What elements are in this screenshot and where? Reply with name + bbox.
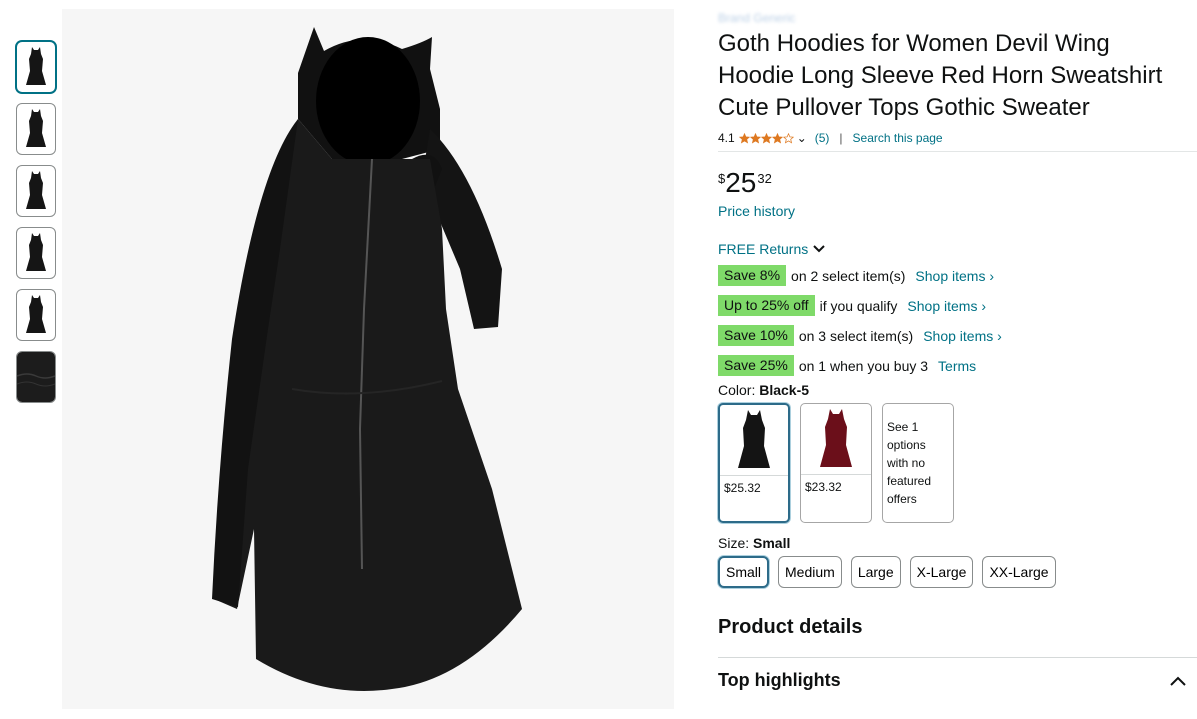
terms-link[interactable]: Terms xyxy=(938,358,976,374)
price-symbol: $ xyxy=(718,171,726,186)
price-fraction: 32 xyxy=(757,171,772,186)
promo-text: if you qualify xyxy=(819,297,898,314)
size-label: Size: Small xyxy=(718,535,1197,551)
chevron-down-icon xyxy=(813,245,825,253)
promo-text: on 3 select item(s) xyxy=(798,327,914,344)
hoodie-thumbnail-icon xyxy=(26,109,46,147)
thumbnail-6[interactable] xyxy=(16,351,56,403)
size-options: Small Medium Large X-Large XX-Large xyxy=(718,556,1197,588)
color-swatches: $25.32 $23.32 See 1 options with no feat… xyxy=(718,403,1197,523)
thumbnail-3[interactable] xyxy=(16,165,56,217)
color-option-red[interactable]: $23.32 xyxy=(800,403,872,523)
swatch-price: $23.32 xyxy=(805,480,842,494)
fabric-detail-thumbnail-icon xyxy=(17,352,55,402)
main-product-image[interactable] xyxy=(62,9,674,709)
chevron-up-icon xyxy=(1170,676,1186,686)
free-returns-dropdown[interactable]: FREE Returns xyxy=(718,241,1197,257)
hoodie-thumbnail-icon xyxy=(26,171,46,209)
product-info-panel: Brand Generic Goth Hoodies for Women Dev… xyxy=(718,8,1197,691)
chevron-down-icon[interactable]: ⌄ xyxy=(797,131,807,145)
size-option-xx-large[interactable]: XX-Large xyxy=(982,556,1056,588)
review-count-link[interactable]: (5) xyxy=(815,131,830,145)
size-option-medium[interactable]: Medium xyxy=(778,556,842,588)
free-returns-label: FREE Returns xyxy=(718,241,809,257)
hoodie-swatch-icon xyxy=(820,409,852,467)
product-title: Goth Hoodies for Women Devil Wing Hoodie… xyxy=(718,30,1163,121)
hoodie-thumbnail-icon xyxy=(26,295,46,333)
promo-badge: Save 25% xyxy=(718,355,794,376)
promo-text: on 1 when you buy 3 xyxy=(798,357,929,374)
color-option-more[interactable]: See 1 options with no featured offers xyxy=(882,403,954,523)
hoodie-dress-image xyxy=(212,27,522,691)
promo-row: Save 8% on 2 select item(s) Shop items › xyxy=(718,265,1197,286)
shop-items-link[interactable]: Shop items › xyxy=(907,298,986,314)
thumbnail-2[interactable] xyxy=(16,103,56,155)
rating-row: 4.1 ⌄ (5) | Search this page xyxy=(718,128,1197,152)
price: $ 25 32 xyxy=(718,168,1197,202)
promo-row: Up to 25% off if you qualify Shop items … xyxy=(718,295,1197,316)
hoodie-swatch-icon xyxy=(738,410,770,468)
color-label: Color: Black-5 xyxy=(718,382,1197,398)
promo-text: on 2 select item(s) xyxy=(791,267,906,284)
hoodie-thumbnail-icon xyxy=(26,47,46,85)
top-highlights-toggle[interactable]: Top highlights xyxy=(718,670,1186,691)
price-history-link[interactable]: Price history xyxy=(718,203,795,219)
star-icon xyxy=(760,132,772,143)
price-whole: 25 xyxy=(725,167,757,198)
brand-link[interactable]: Brand Generic xyxy=(718,8,1197,28)
thumbnail-5[interactable] xyxy=(16,289,56,341)
size-option-large[interactable]: Large xyxy=(850,556,901,588)
thumbnail-1[interactable] xyxy=(16,41,56,93)
promo-badge: Up to 25% off xyxy=(718,295,815,316)
rating-value: 4.1 xyxy=(718,131,735,145)
swatch-image xyxy=(720,405,788,476)
swatch-price: $25.32 xyxy=(724,481,761,495)
shop-items-link[interactable]: Shop items › xyxy=(915,268,994,284)
shop-items-link[interactable]: Shop items › xyxy=(923,328,1002,344)
selected-size: Small xyxy=(753,535,791,551)
star-icon xyxy=(738,132,750,143)
thumbnail-strip xyxy=(16,41,56,413)
size-option-small[interactable]: Small xyxy=(718,556,770,588)
hoodie-thumbnail-icon xyxy=(26,233,46,271)
promo-badge: Save 10% xyxy=(718,325,794,346)
size-label-prefix: Size: xyxy=(718,535,754,551)
thumbnail-4[interactable] xyxy=(16,227,56,279)
star-icon xyxy=(749,132,761,143)
promo-row: Save 10% on 3 select item(s) Shop items … xyxy=(718,325,1197,346)
star-icon xyxy=(782,132,794,143)
search-this-page-link[interactable]: Search this page xyxy=(853,131,943,145)
product-details-heading: Product details xyxy=(718,616,863,638)
separator: | xyxy=(839,131,843,145)
color-label-prefix: Color: xyxy=(718,382,760,398)
promotions-list: Save 8% on 2 select item(s) Shop items ›… xyxy=(718,265,1197,376)
divider xyxy=(718,657,1197,658)
star-icon xyxy=(771,132,783,143)
star-rating[interactable] xyxy=(738,132,794,144)
color-option-black[interactable]: $25.32 xyxy=(718,403,790,523)
promo-badge: Save 8% xyxy=(718,265,787,286)
swatch-image xyxy=(801,404,871,475)
top-highlights-heading: Top highlights xyxy=(718,670,841,690)
size-option-x-large[interactable]: X-Large xyxy=(909,556,974,588)
promo-row: Save 25% on 1 when you buy 3 Terms xyxy=(718,355,1197,376)
selected-color: Black-5 xyxy=(759,382,810,398)
